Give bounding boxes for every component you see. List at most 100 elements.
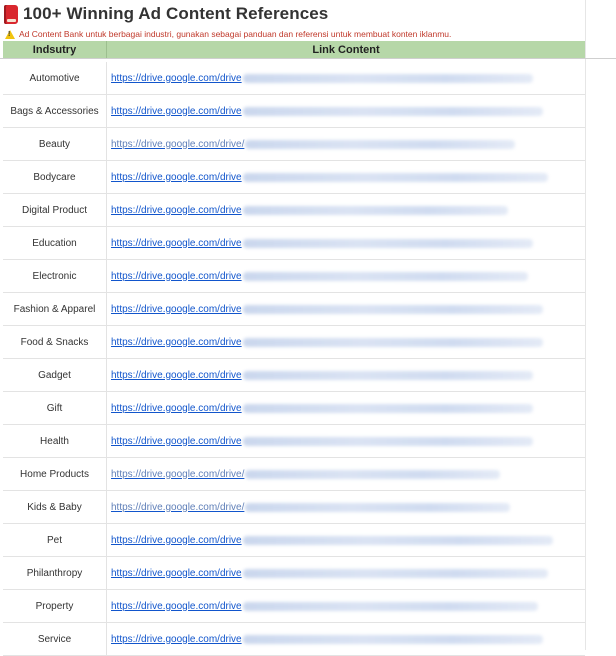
link-content-cell[interactable]: https://drive.google.com/drive	[107, 524, 585, 556]
industry-cell[interactable]: Electronic	[3, 260, 107, 292]
link-content-cell[interactable]: https://drive.google.com/drive	[107, 95, 585, 127]
column-header-industry[interactable]: Indsutry	[3, 41, 107, 58]
sheet-gridline	[585, 0, 586, 650]
table-row: Food & Snacks https://drive.google.com/dr…	[3, 326, 585, 359]
redacted-link-segment	[242, 205, 508, 215]
redacted-link-segment	[245, 469, 501, 479]
link-content-cell[interactable]: https://drive.google.com/drive	[107, 260, 585, 292]
link-content-cell[interactable]: https://drive.google.com/drive	[107, 227, 585, 259]
redacted-link-segment	[242, 304, 543, 314]
link-content-cell[interactable]: https://drive.google.com/drive	[107, 557, 585, 589]
drive-link[interactable]: https://drive.google.com/drive	[111, 568, 242, 579]
industry-cell[interactable]: Gift	[3, 392, 107, 424]
drive-link[interactable]: https://drive.google.com/drive	[111, 205, 242, 216]
redacted-link-segment	[242, 634, 543, 644]
table-row: Pet https://drive.google.com/drive	[3, 524, 585, 557]
link-content-cell[interactable]: https://drive.google.com/drive	[107, 392, 585, 424]
warning-icon	[5, 29, 15, 39]
link-content-cell[interactable]: https://drive.google.com/drive	[107, 293, 585, 325]
redacted-link-segment	[245, 139, 516, 149]
redacted-link-segment	[242, 73, 533, 83]
industry-cell[interactable]: Beauty	[3, 128, 107, 160]
industry-cell[interactable]: Philanthropy	[3, 557, 107, 589]
link-content-cell[interactable]: https://drive.google.com/drive	[107, 359, 585, 391]
table-row: Electronic https://drive.google.com/drive	[3, 260, 585, 293]
redacted-link-segment	[242, 106, 543, 116]
table-row: Health https://drive.google.com/drive	[3, 425, 585, 458]
industry-cell[interactable]: Automotive	[3, 62, 107, 94]
table-row: Philanthropy https://drive.google.com/dri…	[3, 557, 585, 590]
link-content-cell[interactable]: https://drive.google.com/drive	[107, 425, 585, 457]
redacted-link-segment	[242, 172, 548, 182]
redacted-link-segment	[245, 502, 511, 512]
table-row: Gift https://drive.google.com/drive	[3, 392, 585, 425]
drive-link[interactable]: https://drive.google.com/drive	[111, 73, 242, 84]
industry-cell[interactable]: Service	[3, 623, 107, 655]
industry-cell[interactable]: Bags & Accessories	[3, 95, 107, 127]
table-header: Indsutry Link Content	[3, 41, 585, 58]
notice-row: Ad Content Bank untuk berbagai industri,…	[5, 27, 451, 41]
drive-link[interactable]: https://drive.google.com/drive	[111, 337, 242, 348]
drive-link[interactable]: https://drive.google.com/drive	[111, 370, 242, 381]
link-content-cell[interactable]: https://drive.google.com/drive/	[107, 458, 585, 490]
link-content-cell[interactable]: https://drive.google.com/drive	[107, 590, 585, 622]
table-row: Education https://drive.google.com/drive	[3, 227, 585, 260]
industry-table: Automotive https://drive.google.com/drive…	[3, 62, 585, 656]
industry-cell[interactable]: Health	[3, 425, 107, 457]
drive-link[interactable]: https://drive.google.com/drive	[111, 304, 242, 315]
drive-link[interactable]: https://drive.google.com/drive	[111, 403, 242, 414]
redacted-link-segment	[242, 271, 528, 281]
table-row: Bodycare https://drive.google.com/drive	[3, 161, 585, 194]
drive-link[interactable]: https://drive.google.com/drive/	[111, 502, 244, 513]
title-row: 100+ Winning Ad Content References	[4, 2, 328, 26]
redacted-link-segment	[242, 436, 533, 446]
drive-link[interactable]: https://drive.google.com/drive	[111, 535, 242, 546]
drive-link[interactable]: https://drive.google.com/drive	[111, 436, 242, 447]
drive-link[interactable]: https://drive.google.com/drive	[111, 601, 242, 612]
frozen-row-divider	[0, 58, 616, 59]
industry-cell[interactable]: Fashion & Apparel	[3, 293, 107, 325]
column-header-link-content[interactable]: Link Content	[107, 41, 585, 58]
link-content-cell[interactable]: https://drive.google.com/drive/	[107, 128, 585, 160]
drive-link[interactable]: https://drive.google.com/drive	[111, 634, 242, 645]
link-content-cell[interactable]: https://drive.google.com/drive	[107, 62, 585, 94]
industry-cell[interactable]: Education	[3, 227, 107, 259]
link-content-cell[interactable]: https://drive.google.com/drive/	[107, 491, 585, 523]
redacted-link-segment	[242, 535, 553, 545]
industry-cell[interactable]: Bodycare	[3, 161, 107, 193]
notice-text: Ad Content Bank untuk berbagai industri,…	[19, 29, 452, 39]
link-content-cell[interactable]: https://drive.google.com/drive	[107, 161, 585, 193]
redacted-link-segment	[242, 238, 533, 248]
table-row: Service https://drive.google.com/drive	[3, 623, 585, 656]
drive-link[interactable]: https://drive.google.com/drive	[111, 106, 242, 117]
table-row: Home Products https://drive.google.com/dr…	[3, 458, 585, 491]
drive-link[interactable]: https://drive.google.com/drive	[111, 271, 242, 282]
book-icon	[4, 4, 18, 24]
table-row: Kids & Baby https://drive.google.com/driv…	[3, 491, 585, 524]
drive-link[interactable]: https://drive.google.com/drive	[111, 172, 242, 183]
industry-cell[interactable]: Gadget	[3, 359, 107, 391]
page-title: 100+ Winning Ad Content References	[23, 4, 329, 23]
industry-cell[interactable]: Pet	[3, 524, 107, 556]
link-content-cell[interactable]: https://drive.google.com/drive	[107, 623, 585, 655]
table-row: Digital Product https://drive.google.com/…	[3, 194, 585, 227]
industry-cell[interactable]: Property	[3, 590, 107, 622]
drive-link[interactable]: https://drive.google.com/drive/	[111, 139, 244, 150]
industry-cell[interactable]: Kids & Baby	[3, 491, 107, 523]
drive-link[interactable]: https://drive.google.com/drive/	[111, 469, 244, 480]
redacted-link-segment	[242, 337, 543, 347]
table-row: Property https://drive.google.com/drive	[3, 590, 585, 623]
redacted-link-segment	[242, 370, 533, 380]
table-row: Gadget https://drive.google.com/drive	[3, 359, 585, 392]
drive-link[interactable]: https://drive.google.com/drive	[111, 238, 242, 249]
industry-cell[interactable]: Food & Snacks	[3, 326, 107, 358]
link-content-cell[interactable]: https://drive.google.com/drive	[107, 326, 585, 358]
table-row: Automotive https://drive.google.com/drive	[3, 62, 585, 95]
link-content-cell[interactable]: https://drive.google.com/drive	[107, 194, 585, 226]
table-row: Beauty https://drive.google.com/drive/	[3, 128, 585, 161]
table-row: Bags & Accessories https://drive.google.c…	[3, 95, 585, 128]
industry-cell[interactable]: Home Products	[3, 458, 107, 490]
redacted-link-segment	[242, 403, 533, 413]
industry-cell[interactable]: Digital Product	[3, 194, 107, 226]
redacted-link-segment	[242, 568, 548, 578]
